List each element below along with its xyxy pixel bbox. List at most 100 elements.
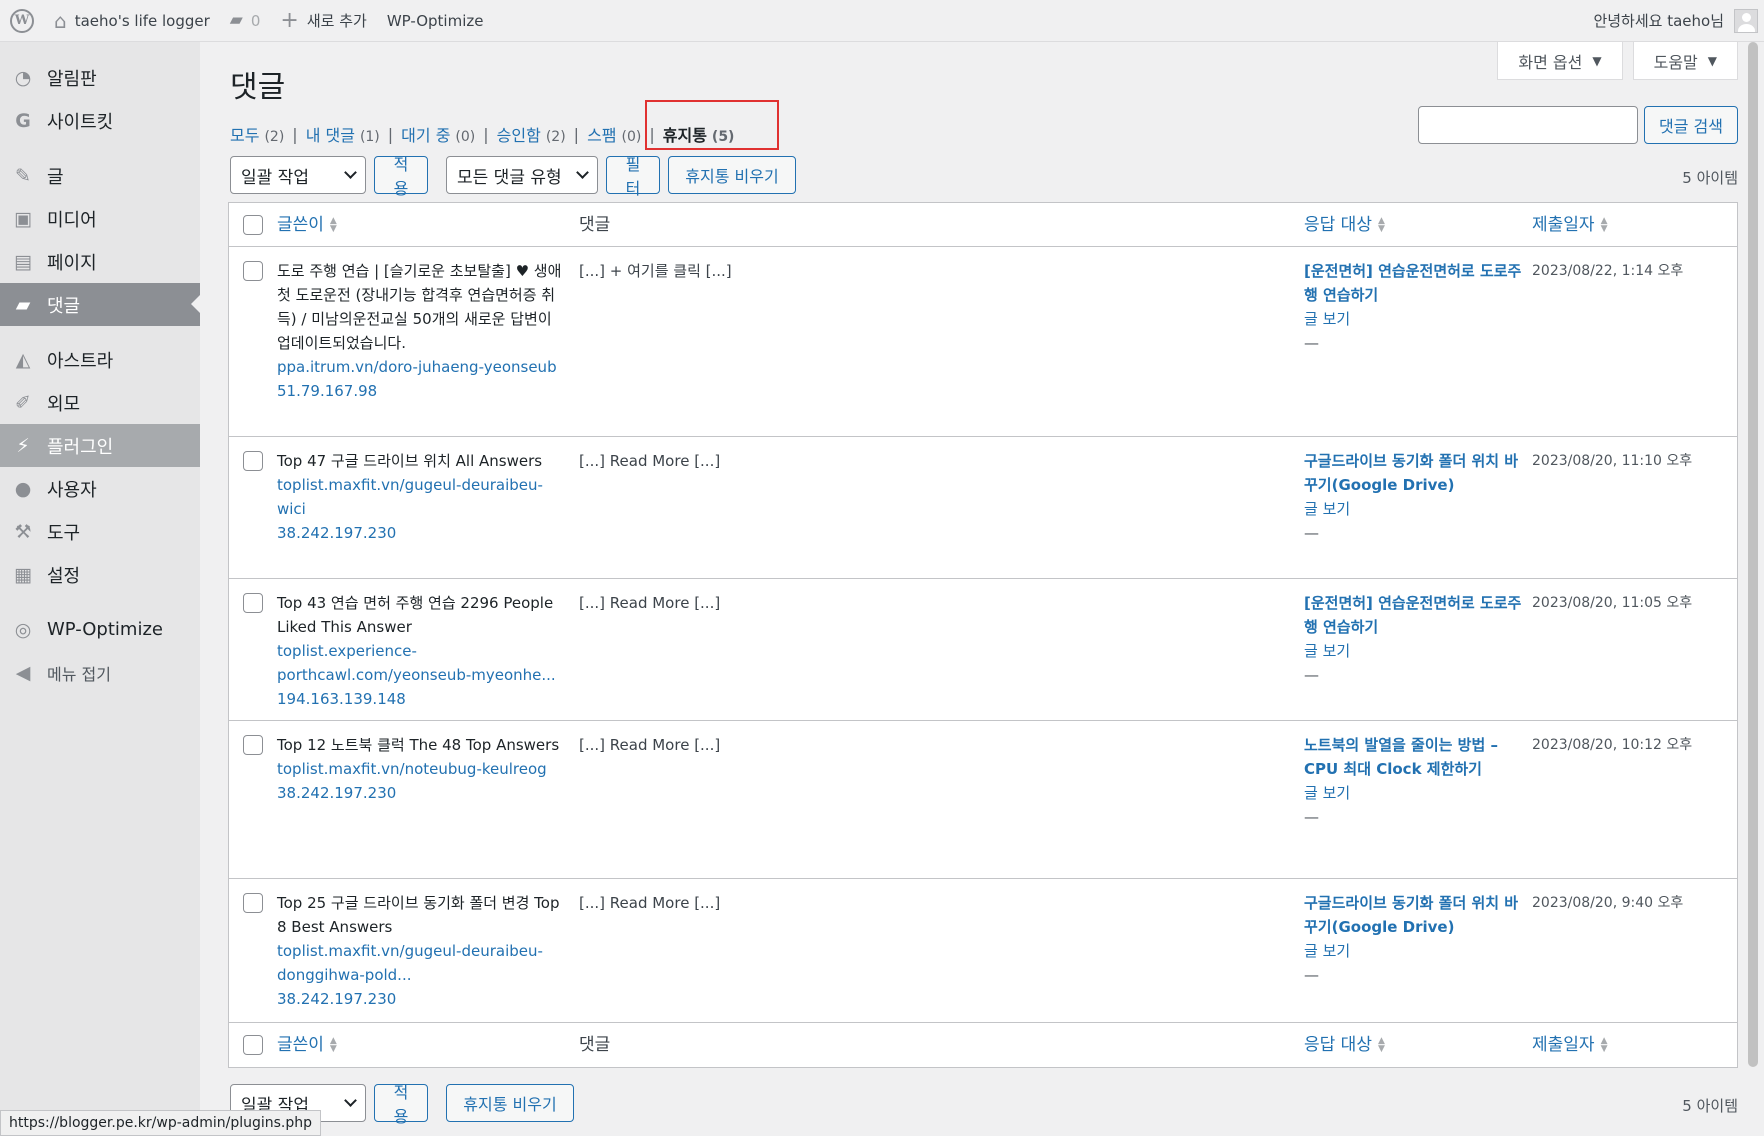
apply-button-bottom[interactable]: 적용 bbox=[374, 1083, 428, 1126]
sidebar-item-posts[interactable]: ✎ 글 bbox=[0, 154, 200, 197]
response-post-link[interactable]: [운전면허] 연습운전면허로 도로주행 연습하기 bbox=[1304, 591, 1522, 639]
plus-icon: + bbox=[280, 7, 299, 33]
response-post-link[interactable]: 노트북의 발열을 줄이는 방법 – CPU 최대 Clock 제한하기 bbox=[1304, 733, 1522, 781]
comment-author-ip[interactable]: 38.242.197.230 bbox=[277, 521, 569, 545]
collapse-menu-button[interactable]: ◀ 메뉴 접기 bbox=[0, 651, 200, 694]
filter-pending-link[interactable]: 대기 중 (0) bbox=[401, 122, 475, 146]
items-count: 5 아이템 bbox=[1682, 169, 1738, 187]
sidebar-item-comments[interactable]: ▰ 댓글 bbox=[0, 283, 200, 326]
comment-count-dash: — bbox=[1304, 966, 1319, 984]
page-scrollbar[interactable] bbox=[1748, 42, 1758, 1067]
account-menu[interactable]: 안녕하세요 taeho님 bbox=[1583, 0, 1764, 42]
comments-link[interactable]: ▰ 0 bbox=[220, 0, 271, 42]
filter-label: 모두 bbox=[230, 126, 260, 145]
comment-author-url[interactable]: toplist.maxfit.vn/gugeul-deuraibeu-dongg… bbox=[277, 939, 569, 987]
row-checkbox[interactable] bbox=[243, 735, 263, 755]
comment-author-url[interactable]: ppa.itrum.vn/doro-juhaeng-yeonseub bbox=[277, 355, 569, 379]
settings-icon: ▦ bbox=[14, 563, 32, 586]
comment-author-ip[interactable]: 194.163.139.148 bbox=[277, 687, 569, 711]
sidebar-item-label: 플러그인 bbox=[47, 436, 114, 458]
comment-type-value: 모든 댓글 유형 bbox=[457, 167, 562, 188]
sidebar-item-dashboard[interactable]: ◔ 알림판 bbox=[0, 56, 200, 99]
wpoptimize-icon: ◎ bbox=[14, 618, 32, 641]
row-checkbox[interactable] bbox=[243, 451, 263, 471]
wp-logo-menu[interactable]: W bbox=[0, 0, 44, 42]
comment-author-ip[interactable]: 51.79.167.98 bbox=[277, 379, 569, 403]
comment-search-button[interactable]: 댓글 검색 bbox=[1644, 106, 1738, 144]
caret-down-icon: ▼ bbox=[1592, 53, 1602, 68]
new-content-label: 새로 추가 bbox=[306, 12, 367, 30]
table-footer-row: 글쓴이 ▲ ▼ 댓글 응답 대상 ▲ ▼ 제출일자 ▲ ▼ bbox=[229, 1023, 1737, 1067]
comment-author-name: Top 12 노트북 클럭 The 48 Top Answers bbox=[277, 736, 560, 754]
sidebar-item-settings[interactable]: ▦ 설정 bbox=[0, 553, 200, 596]
sort-by-response-link[interactable]: 응답 대상 ▲ ▼ bbox=[1304, 213, 1385, 237]
caret-down-icon: ▼ bbox=[1707, 53, 1717, 68]
sidebar-item-pages[interactable]: ▤ 페이지 bbox=[0, 240, 200, 283]
sort-icon: ▲ ▼ bbox=[1377, 1036, 1385, 1054]
sort-by-date-link[interactable]: 제출일자 ▲ ▼ bbox=[1532, 1033, 1607, 1057]
empty-trash-button-bottom[interactable]: 휴지통 비우기 bbox=[446, 1084, 574, 1122]
bulk-action-select[interactable]: 일괄 작업 bbox=[230, 156, 366, 194]
sidebar-item-astra[interactable]: ◭ 아스트라 bbox=[0, 338, 200, 381]
row-checkbox[interactable] bbox=[243, 893, 263, 913]
view-post-link[interactable]: 글 보기 bbox=[1304, 307, 1522, 331]
comment-type-select[interactable]: 모든 댓글 유형 bbox=[446, 156, 598, 194]
comment-author-url[interactable]: toplist.experience-porthcawl.com/yeonseu… bbox=[277, 639, 569, 687]
filter-all-link[interactable]: 모두 (2) bbox=[230, 122, 284, 146]
view-post-link[interactable]: 글 보기 bbox=[1304, 639, 1522, 663]
comment-date: 2023/08/20, 11:10 오후 bbox=[1532, 453, 1693, 469]
empty-trash-button[interactable]: 휴지통 비우기 bbox=[668, 156, 796, 194]
sidebar-item-users[interactable]: ● 사용자 bbox=[0, 467, 200, 510]
sidebar-item-media[interactable]: ▣ 미디어 bbox=[0, 197, 200, 240]
view-post-link[interactable]: 글 보기 bbox=[1304, 497, 1522, 521]
screen-options-button[interactable]: 화면 옵션 ▼ bbox=[1497, 42, 1623, 80]
filter-spam-link[interactable]: 스팸 (0) bbox=[587, 122, 641, 146]
sidebar-item-plugins[interactable]: ⚡ 플러그인 bbox=[0, 424, 200, 467]
sort-by-date-link[interactable]: 제출일자 ▲ ▼ bbox=[1532, 213, 1607, 237]
comment-count-dash: — bbox=[1304, 334, 1319, 352]
view-post-link[interactable]: 글 보기 bbox=[1304, 781, 1522, 805]
apply-button[interactable]: 적용 bbox=[374, 155, 428, 198]
chevron-down-icon bbox=[344, 1094, 357, 1107]
filter-approved-link[interactable]: 승인함 (2) bbox=[497, 122, 566, 146]
tablenav-top: 일괄 작업 적용 모든 댓글 유형 필터 휴지통 비우기 bbox=[230, 155, 796, 198]
pin-icon: ✎ bbox=[15, 164, 31, 187]
response-post-link[interactable]: 구글드라이브 동기화 폴더 위치 바꾸기(Google Drive) bbox=[1304, 891, 1522, 939]
comment-author-url[interactable]: toplist.maxfit.vn/gugeul-deuraibeu-wici bbox=[277, 473, 569, 521]
view-post-link[interactable]: 글 보기 bbox=[1304, 939, 1522, 963]
filter-button[interactable]: 필터 bbox=[606, 155, 660, 198]
comment-author-name: 도로 주행 연습 | [슬기로운 초보탈출] ♥ 생애 첫 도로운전 (장내기능… bbox=[277, 262, 562, 352]
comment-search-box: 댓글 검색 bbox=[1418, 106, 1738, 144]
comment-count-dash: — bbox=[1304, 808, 1319, 826]
response-post-link[interactable]: 구글드라이브 동기화 폴더 위치 바꾸기(Google Drive) bbox=[1304, 449, 1522, 497]
select-all-checkbox-footer[interactable] bbox=[243, 1035, 263, 1055]
new-content-link[interactable]: + 새로 추가 bbox=[270, 0, 376, 42]
sidebar-item-wp-optimize[interactable]: ◎ WP-Optimize bbox=[0, 608, 200, 651]
column-header-date: 제출일자 bbox=[1532, 1035, 1595, 1055]
chevron-down-icon bbox=[576, 166, 589, 179]
comment-count-dash: — bbox=[1304, 666, 1319, 684]
sort-by-author-link[interactable]: 글쓴이 ▲ ▼ bbox=[277, 1033, 337, 1057]
filter-mine-link[interactable]: 내 댓글 (1) bbox=[306, 122, 380, 146]
response-post-link[interactable]: [운전면허] 연습운전면허로 도로주행 연습하기 bbox=[1304, 259, 1522, 307]
wp-optimize-link[interactable]: WP-Optimize bbox=[377, 0, 494, 42]
sidebar-item-sitekit[interactable]: G 사이트킷 bbox=[0, 99, 200, 142]
comment-author-url[interactable]: toplist.maxfit.vn/noteubug-keulreog bbox=[277, 757, 569, 781]
sort-by-response-link[interactable]: 응답 대상 ▲ ▼ bbox=[1304, 1033, 1385, 1057]
sidebar-item-appearance[interactable]: ✐ 외모 bbox=[0, 381, 200, 424]
comment-search-input[interactable] bbox=[1418, 106, 1639, 144]
comment-author-ip[interactable]: 38.242.197.230 bbox=[277, 781, 569, 805]
sidebar-item-label: 도구 bbox=[47, 522, 81, 544]
comment-author-ip[interactable]: 38.242.197.230 bbox=[277, 987, 569, 1011]
site-name-link[interactable]: ⌂ taeho's life logger bbox=[44, 0, 220, 42]
sidebar-item-label: 아스트라 bbox=[47, 350, 114, 372]
comments-table: 글쓴이 ▲ ▼ 댓글 응답 대상 ▲ ▼ 제출일자 ▲ ▼ 도로 주행 연습 | [슬기로운… bbox=[228, 202, 1738, 1068]
sort-icon: ▲ ▼ bbox=[329, 215, 337, 234]
row-checkbox[interactable] bbox=[243, 261, 263, 281]
sidebar-item-tools[interactable]: ⚒ 도구 bbox=[0, 510, 200, 553]
sort-icon: ▲ ▼ bbox=[1600, 215, 1608, 234]
row-checkbox[interactable] bbox=[243, 593, 263, 613]
select-all-checkbox[interactable] bbox=[243, 214, 263, 235]
help-button[interactable]: 도움말 ▼ bbox=[1632, 42, 1738, 80]
sort-by-author-link[interactable]: 글쓴이 ▲ ▼ bbox=[277, 213, 337, 237]
